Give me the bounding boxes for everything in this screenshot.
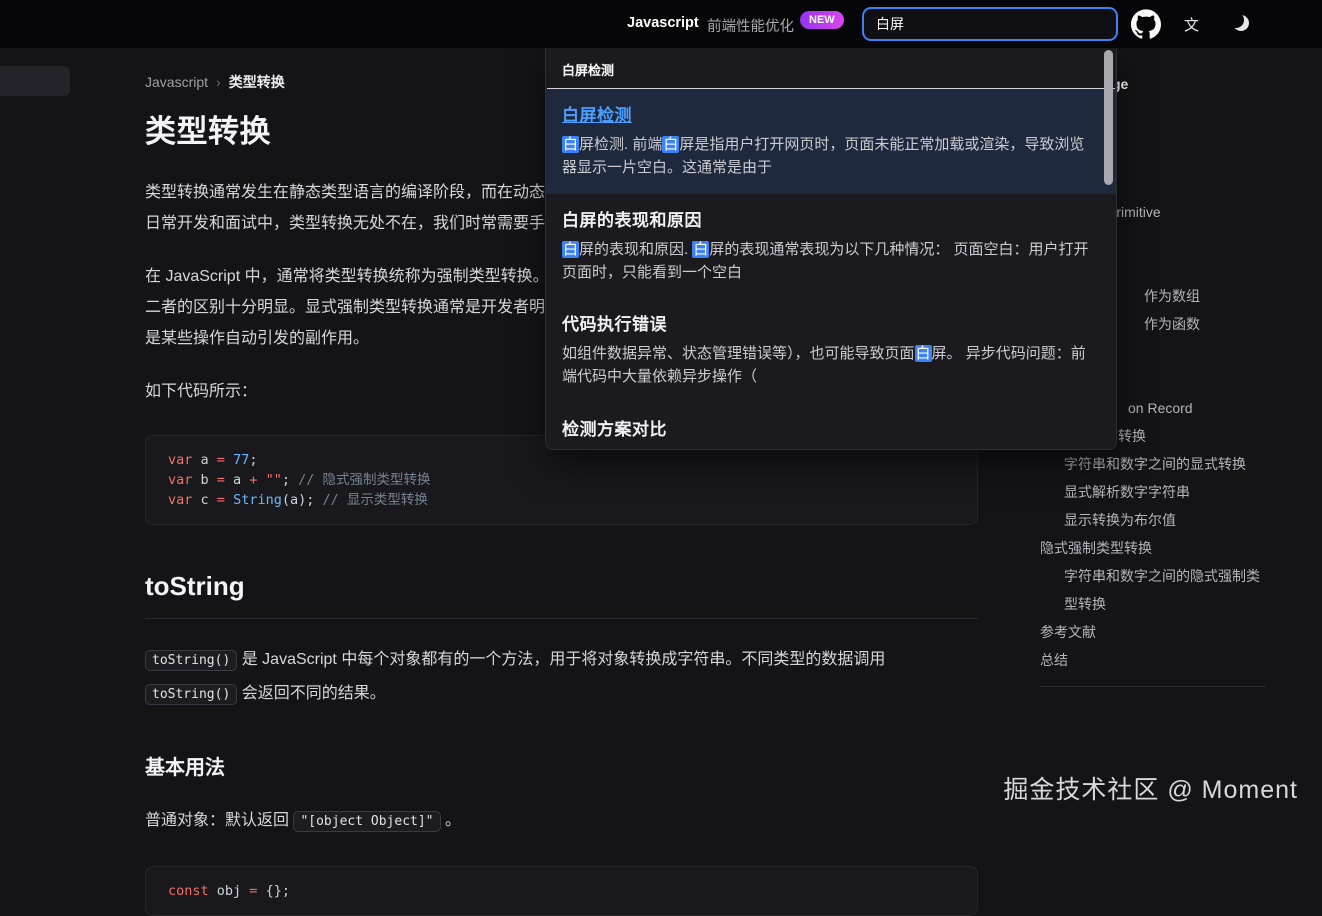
toc-item[interactable]: 化 xyxy=(1095,226,1268,254)
toc-divider xyxy=(1040,686,1266,687)
nav-link-javascript[interactable]: Javascript xyxy=(627,15,699,31)
sidebar-stub[interactable] xyxy=(0,66,70,96)
search-term-highlight: 白 xyxy=(915,345,932,362)
code-token: String xyxy=(233,492,282,508)
code-token: obj xyxy=(209,883,250,899)
watermark: 掘金技术社区 @ Moment xyxy=(1003,770,1298,806)
toc-item[interactable]: 字符串和数字之间的隐式强制类型转换 xyxy=(1064,562,1268,618)
search-result-desc: 白屏检测. 前端白屏是指用户打开网页时，页面未能正常加载或渲染，导致浏览器显示一… xyxy=(562,133,1090,180)
search-result-desc: 白屏的表现和原因. 白屏的表现通常表现为以下几种情况： 页面空白：用户打开页面时… xyxy=(562,238,1090,285)
code-token: = xyxy=(217,492,225,508)
toc-item[interactable]: 字符串和数字之间的显式转换 xyxy=(1064,450,1268,478)
search-result-title: 检测方案对比 xyxy=(562,415,1090,440)
code-token: b xyxy=(192,472,216,488)
top-navbar: Javascript 前端性能优化 NEW 文 xyxy=(0,0,1322,48)
search-term-highlight: 白 xyxy=(1069,450,1086,451)
toc-item[interactable]: 参考文献 xyxy=(1040,618,1268,646)
code-token: = xyxy=(249,883,257,899)
code-token: 77 xyxy=(233,452,249,468)
code-line: var b = a + ""; // 隐式强制类型转换 xyxy=(168,470,955,490)
code-block-object: const obj = {}; xyxy=(145,866,978,916)
translate-icon[interactable]: 文 xyxy=(1184,14,1199,35)
code-token: (a) xyxy=(282,492,306,508)
search-term-highlight: 白 xyxy=(852,450,869,451)
inline-code: toString() xyxy=(145,650,237,671)
dropdown-scrollbar-thumb[interactable] xyxy=(1104,50,1113,185)
search-result-title: 白屏检测 xyxy=(562,101,1090,126)
toc-item[interactable]: 隐式强制类型转换 xyxy=(1040,534,1268,562)
breadcrumb-current: 类型转换 xyxy=(229,74,285,90)
basic-usage-paragraph: 普通对象：默认返回 "[object Object]" 。 xyxy=(145,804,978,838)
code-line: const obj = {}; xyxy=(168,881,955,901)
toc-item[interactable]: 总结 xyxy=(1040,646,1268,674)
desc-text: 屏的表现和原因. xyxy=(579,241,692,258)
toc-item[interactable]: 作为数组 xyxy=(1144,282,1268,310)
inline-code: toString() xyxy=(145,684,237,705)
search-results-list: 白屏检测白屏检测. 前端白屏是指用户打开网页时，页面未能正常加载或渲染，导致浏览… xyxy=(546,89,1116,450)
search-results-header: 白屏检测 xyxy=(546,48,1116,88)
section-title-tostring: toString xyxy=(145,571,978,619)
desc-text: 屏，需要在 iframe 应用内接入 xyxy=(869,450,1069,451)
breadcrumb-separator: › xyxy=(216,74,221,90)
code-token xyxy=(225,452,233,468)
search-term-highlight: 白 xyxy=(692,241,709,258)
search-result-desc: 如组件数据异常、状态管理错误等），也可能导致页面白屏。 异步代码问题：前端代码中… xyxy=(562,342,1090,389)
code-token: = xyxy=(217,472,225,488)
search-term-highlight: 白 xyxy=(662,136,679,153)
inline-code: "[object Object]" xyxy=(293,811,440,832)
toc-item[interactable]: 作为函数 xyxy=(1144,310,1268,338)
desc-text: 屏检测. 前端 xyxy=(579,136,662,153)
code-token: ; xyxy=(306,492,322,508)
code-token: ; xyxy=(249,452,257,468)
code-token: var xyxy=(168,472,192,488)
code-token: = xyxy=(217,452,225,468)
toc-header: ge xyxy=(1112,76,1268,96)
search-term-highlight: 白 xyxy=(562,241,579,258)
search-result[interactable]: 代码执行错误如组件数据异常、状态管理错误等），也可能导致页面白屏。 异步代码问题… xyxy=(546,298,1116,403)
desc-text: 如组件数据异常、状态管理错误等），也可能导致页面 xyxy=(562,345,915,362)
search-result-title: 代码执行错误 xyxy=(562,310,1090,335)
search-term-highlight: 白 xyxy=(562,136,579,153)
nav-link-performance[interactable]: 前端性能优化 xyxy=(707,15,794,36)
code-token: var xyxy=(168,492,192,508)
search-result[interactable]: 白屏检测白屏检测. 前端白屏是指用户打开网页时，页面未能正常加载或渲染，导致浏览… xyxy=(546,89,1116,194)
search-result[interactable]: 白屏的表现和原因白屏的表现和原因. 白屏的表现通常表现为以下几种情况： 页面空白… xyxy=(546,194,1116,299)
toc-item[interactable]: Primitive xyxy=(1107,198,1268,226)
code-token: // 隐式强制类型转换 xyxy=(298,472,430,488)
desc-text: 元素，所以无法在主应用侧判断 iframe 是否 xyxy=(562,450,852,451)
code-token: a xyxy=(225,472,249,488)
search-result[interactable]: 检测方案对比元素，所以无法在主应用侧判断 iframe 是否白屏，需要在 ifr… xyxy=(546,403,1116,451)
code-token: {} xyxy=(266,883,282,899)
tostring-paragraph: toString() 是 JavaScript 中每个对象都有的一个方法，用于将… xyxy=(145,643,978,711)
search-result-title: 白屏的表现和原因 xyxy=(562,206,1090,231)
code-token: "" xyxy=(266,472,282,488)
code-token: const xyxy=(168,883,209,899)
code-token xyxy=(257,883,265,899)
moon-icon[interactable] xyxy=(1233,15,1249,31)
search-result-desc: 元素，所以无法在主应用侧判断 iframe 是否白屏，需要在 iframe 应用… xyxy=(562,447,1090,451)
code-token xyxy=(225,492,233,508)
toc-item[interactable]: 显式解析数字字符串 xyxy=(1064,478,1268,506)
code-token: var xyxy=(168,452,192,468)
code-token: // 显示类型转换 xyxy=(323,492,428,508)
search-input[interactable] xyxy=(862,7,1118,41)
sub-title-basic-usage: 基本用法 xyxy=(145,751,978,780)
code-token xyxy=(257,472,265,488)
toc-item[interactable]: 显示转换为布尔值 xyxy=(1064,506,1268,534)
code-line: var c = String(a); // 显示类型转换 xyxy=(168,490,955,510)
github-icon[interactable] xyxy=(1131,9,1161,39)
code-token: a xyxy=(192,452,216,468)
code-line: var a = 77; xyxy=(168,450,955,470)
toc-item[interactable]: 类 xyxy=(1103,142,1268,170)
code-token: ; xyxy=(282,472,298,488)
search-results-dropdown: 白屏检测 白屏检测白屏检测. 前端白屏是指用户打开网页时，页面未能正常加载或渲染… xyxy=(545,48,1117,450)
breadcrumb-parent[interactable]: Javascript xyxy=(145,74,208,90)
toc-item[interactable]: on Record xyxy=(1128,394,1268,422)
code-token: c xyxy=(192,492,216,508)
code-token: ; xyxy=(282,883,290,899)
new-badge: NEW xyxy=(800,11,844,29)
toc-item[interactable]: 转换 xyxy=(1118,422,1268,450)
